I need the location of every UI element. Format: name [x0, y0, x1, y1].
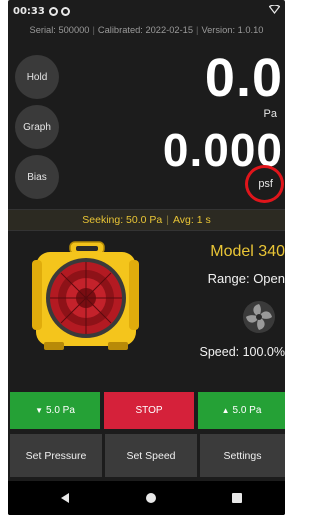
set-speed-button[interactable]: Set Speed: [105, 434, 197, 477]
stop-button[interactable]: STOP: [104, 392, 194, 429]
seeking-text: Seeking: 50.0 Pa: [82, 214, 163, 226]
down-triangle-icon: ▼: [35, 406, 43, 415]
app-screen: 00:33 Serial: 500000 | Calibrated: 2022-02…: [8, 0, 285, 515]
bias-button[interactable]: Bias: [15, 155, 59, 199]
serial-text: Serial: 500000: [29, 25, 90, 35]
range-label[interactable]: Range: Open: [208, 271, 285, 286]
seeking-status-bar: Seeking: 50.0 Pa | Avg: 1 s: [8, 209, 285, 231]
fan-icon: [242, 300, 276, 334]
settings-notification-icon: [48, 6, 58, 16]
decrease-label: 5.0 Pa: [46, 405, 75, 416]
notification-icon: [60, 6, 70, 16]
up-triangle-icon: ▲: [221, 406, 230, 415]
hold-button[interactable]: Hold: [15, 55, 59, 99]
divider: |: [166, 214, 169, 226]
divider: |: [92, 25, 95, 35]
speed-label: Speed: 100.0%: [199, 345, 286, 359]
average-text: Avg: 1 s: [172, 214, 211, 226]
decrease-pressure-button[interactable]: ▼ 5.0 Pa: [10, 392, 100, 429]
system-navigation-bar: [8, 481, 285, 515]
increase-label: 5.0 Pa: [232, 405, 262, 416]
fan-device-image: [28, 240, 143, 353]
primary-pressure-value: 0.0: [204, 48, 283, 108]
graph-button[interactable]: Graph: [15, 105, 59, 149]
version-text: Version: 1.0.10: [201, 25, 264, 35]
home-icon[interactable]: [146, 493, 156, 503]
back-icon[interactable]: [61, 493, 69, 503]
increase-pressure-button[interactable]: ▲ 5.0 Pa: [198, 392, 285, 429]
divider: |: [196, 25, 199, 35]
settings-button[interactable]: Settings: [200, 434, 285, 477]
wifi-icon: [268, 4, 281, 17]
status-time: 00:33: [13, 5, 45, 17]
model-label: Model 340: [210, 243, 285, 260]
status-bar: 00:33: [8, 0, 285, 22]
unit-highlight-circle: [245, 165, 284, 203]
set-pressure-button[interactable]: Set Pressure: [10, 434, 102, 477]
recent-apps-icon[interactable]: [232, 493, 242, 503]
primary-unit[interactable]: Pa: [264, 108, 277, 120]
device-info-line: Serial: 500000 | Calibrated: 2022-02-15 | Ve…: [8, 25, 285, 41]
calibrated-text: Calibrated: 2022-02-15: [97, 25, 194, 35]
